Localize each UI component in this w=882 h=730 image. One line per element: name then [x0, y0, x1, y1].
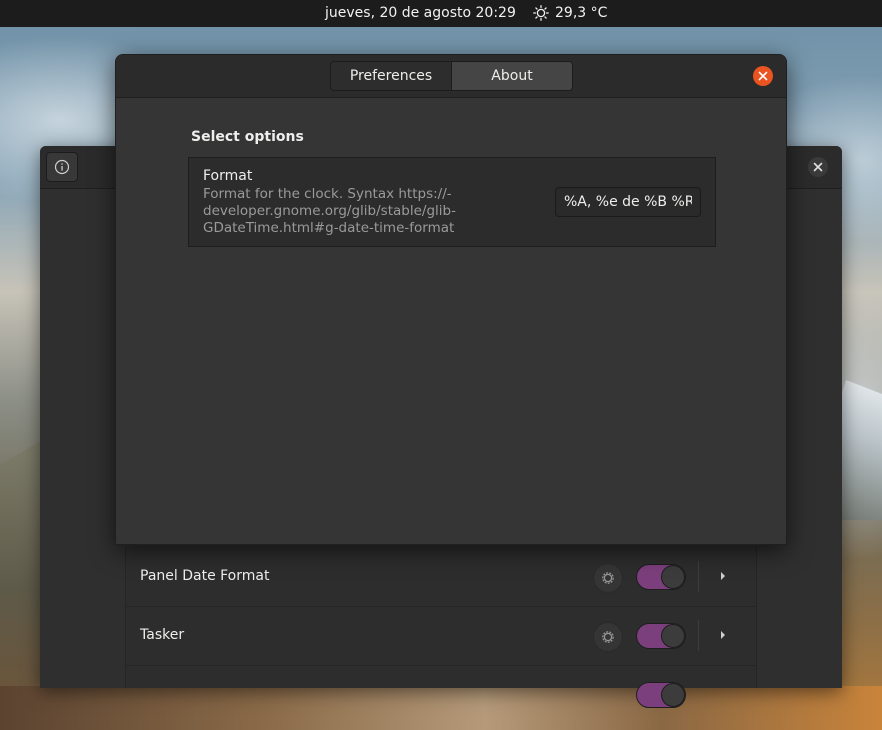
list-item[interactable]: Panel Date Format	[126, 547, 756, 607]
sun-icon	[533, 5, 549, 21]
extension-settings-button[interactable]	[593, 563, 623, 593]
tab-about[interactable]: About	[451, 62, 572, 90]
extension-name: Panel Date Format	[140, 568, 270, 584]
temperature-label: 29,3 °C	[555, 5, 608, 21]
dialog-close-button[interactable]	[753, 66, 773, 86]
preferences-dialog: Preferences About Select options Format …	[115, 54, 787, 545]
row-divider	[698, 620, 699, 651]
dialog-headerbar: Preferences About	[116, 55, 786, 98]
info-button[interactable]	[46, 152, 78, 182]
option-title: Format	[203, 168, 253, 184]
list-item[interactable]	[126, 665, 756, 724]
toggle-knob	[661, 565, 685, 589]
clock-menu[interactable]: jueves, 20 de agosto 20:29	[325, 5, 516, 21]
list-item[interactable]: Tasker	[126, 606, 756, 666]
extension-toggle[interactable]	[636, 682, 686, 708]
extension-toggle[interactable]	[636, 623, 686, 649]
info-icon	[54, 159, 70, 175]
gear-icon	[602, 631, 614, 643]
gear-icon	[602, 572, 614, 584]
extension-settings-button[interactable]	[593, 622, 623, 652]
toggle-knob	[661, 624, 685, 648]
close-icon	[758, 71, 768, 81]
format-option-row: Format Format for the clock. Syntax http…	[188, 157, 716, 247]
tab-preferences[interactable]: Preferences	[331, 62, 451, 90]
extensions-close-button[interactable]	[808, 157, 828, 177]
extensions-list: Panel Date Format Tasker	[125, 547, 757, 708]
format-input[interactable]	[555, 187, 701, 217]
chevron-right-icon	[721, 572, 725, 580]
close-icon	[813, 162, 823, 172]
toggle-knob	[661, 683, 685, 707]
chevron-right-icon	[721, 631, 725, 639]
extension-toggle[interactable]	[636, 564, 686, 590]
section-title: Select options	[191, 129, 304, 145]
extension-name: Tasker	[140, 627, 185, 643]
extension-expand-button[interactable]	[716, 627, 730, 643]
row-divider	[698, 561, 699, 592]
view-switcher: Preferences About	[330, 61, 573, 91]
top-bar: jueves, 20 de agosto 20:29 29,3 °C	[0, 0, 882, 27]
extension-expand-button[interactable]	[716, 568, 730, 584]
weather-indicator[interactable]: 29,3 °C	[533, 5, 607, 21]
option-description: Format for the clock. Syntax https://-de…	[203, 186, 456, 236]
